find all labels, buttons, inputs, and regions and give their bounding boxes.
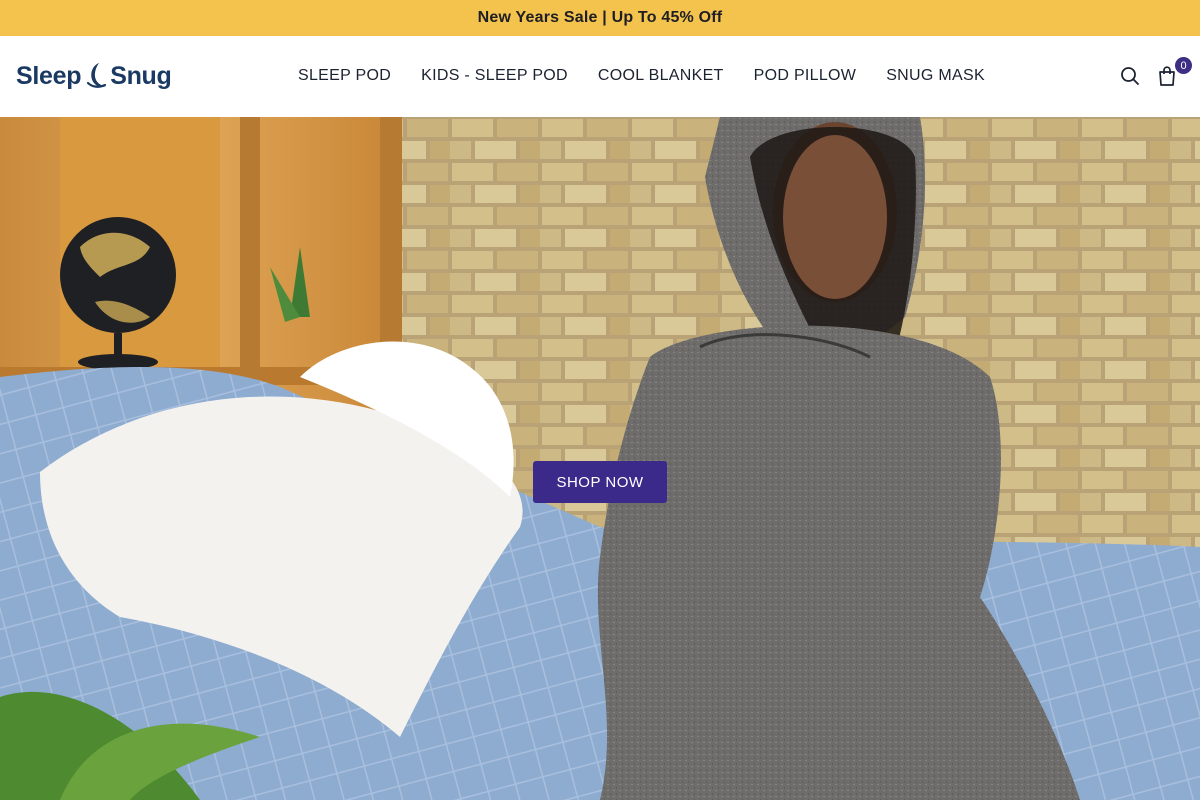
search-icon[interactable]	[1118, 64, 1142, 88]
crescent-moon-icon	[87, 63, 107, 88]
hero-image	[0, 117, 1200, 800]
announcement-bar: New Years Sale | Up To 45% Off	[0, 0, 1200, 36]
nav-item-kids-sleep-pod[interactable]: KIDS - SLEEP POD	[406, 64, 583, 88]
site-header: Sleep Snug SLEEP POD KIDS - SLEEP POD CO…	[0, 36, 1200, 117]
nav-item-sleep-pod[interactable]: SLEEP POD	[283, 64, 406, 88]
shop-now-button[interactable]: SHOP NOW	[533, 461, 667, 503]
main-nav: SLEEP POD KIDS - SLEEP POD COOL BLANKET …	[283, 64, 1000, 88]
cart-count-badge: 0	[1175, 57, 1192, 74]
hero-banner: SHOP NOW	[0, 117, 1200, 800]
nav-item-snug-mask[interactable]: SNUG MASK	[871, 64, 1000, 88]
logo-word-sleep: Sleep	[16, 61, 82, 90]
logo-word-snug: Snug	[110, 61, 172, 90]
site-logo[interactable]: Sleep Snug	[16, 60, 172, 92]
nav-item-cool-blanket[interactable]: COOL BLANKET	[583, 64, 739, 88]
announcement-text: New Years Sale | Up To 45% Off	[477, 9, 723, 26]
nav-item-pod-pillow[interactable]: POD PILLOW	[739, 64, 872, 88]
